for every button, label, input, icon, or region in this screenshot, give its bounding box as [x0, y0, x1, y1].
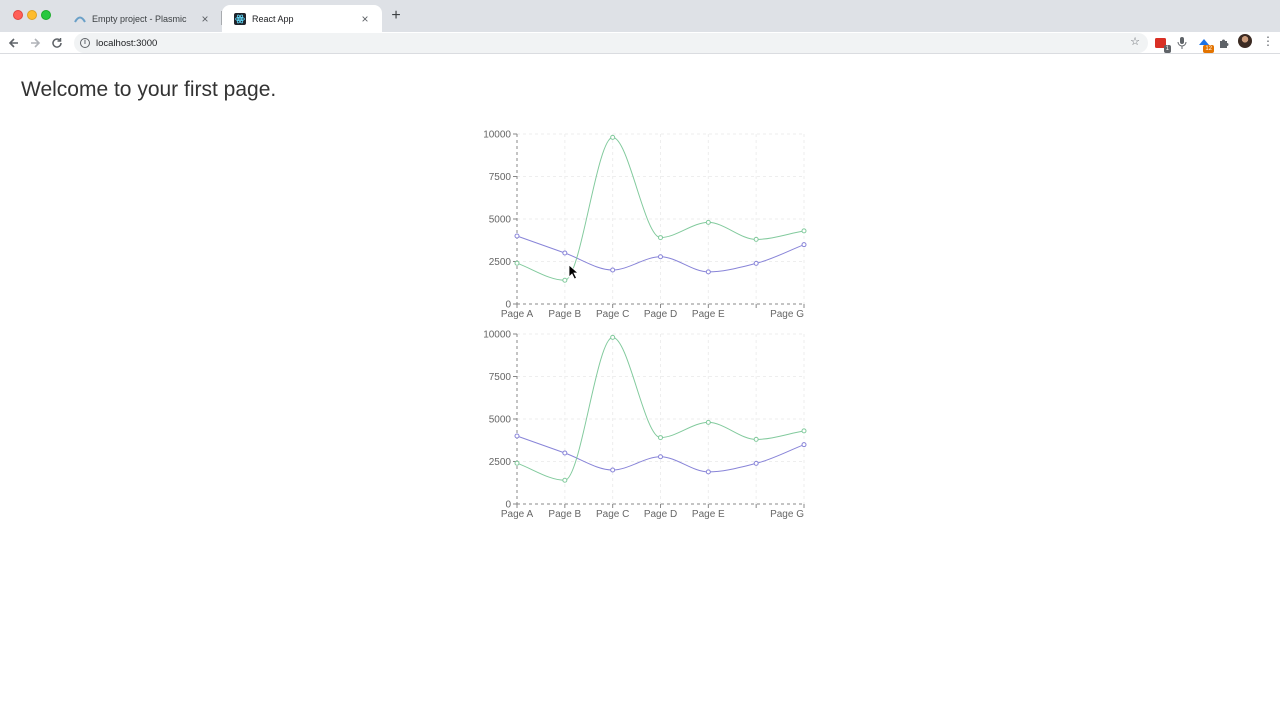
minimize-window-button[interactable]: [27, 10, 37, 20]
y-tick-label: 7500: [489, 372, 512, 383]
x-tick-label: Page G: [770, 309, 804, 320]
tab-plasmic[interactable]: Empty project - Plasmic ×: [62, 5, 222, 32]
chart-top: 0 2500 5000 7500 10000 Page A Page B Page C Page…: [470, 124, 820, 324]
tab-close-icon[interactable]: ×: [198, 12, 212, 26]
tab-bar: Empty project - Plasmic × React App × +: [0, 0, 1280, 32]
data-point[interactable]: [514, 260, 520, 266]
extension-red-icon[interactable]: 1: [1154, 36, 1171, 53]
extension-badge: 1: [1163, 45, 1171, 53]
y-tick-label: 2500: [489, 457, 512, 468]
page-title: Welcome to your first page.: [21, 78, 277, 101]
data-point[interactable]: [658, 235, 663, 241]
y-tick-label: 10000: [483, 130, 511, 141]
x-tick-label: Page E: [692, 309, 725, 320]
address-bar[interactable]: i localhost:3000 ☆: [74, 33, 1148, 53]
mouse-cursor-icon: [568, 264, 580, 280]
data-point[interactable]: [658, 454, 663, 460]
back-arrow-icon[interactable]: [6, 35, 22, 51]
data-point[interactable]: [705, 419, 711, 425]
tab-react-app[interactable]: React App ×: [222, 5, 382, 32]
data-point[interactable]: [562, 250, 568, 256]
tab-title: React App: [252, 13, 294, 24]
line-chart-top: 025005000750010000Page A Page B Page C Page…: [483, 130, 807, 320]
y-tick-label: 2500: [489, 257, 512, 268]
data-point[interactable]: [610, 134, 616, 140]
new-tab-button[interactable]: +: [389, 8, 403, 24]
data-point[interactable]: [753, 236, 759, 242]
line-chart-bottom: 025005000750010000Page A Page B Page C Page…: [483, 330, 807, 520]
data-point[interactable]: [753, 260, 759, 266]
plasmic-favicon-icon: [74, 13, 86, 25]
x-tick-label: Page B: [548, 309, 581, 320]
data-point[interactable]: [705, 469, 711, 475]
data-point[interactable]: [658, 435, 663, 441]
data-point[interactable]: [562, 477, 568, 483]
y-tick-label: 10000: [483, 330, 511, 341]
x-tick-label: Page C: [596, 509, 629, 520]
reload-icon[interactable]: [49, 35, 65, 51]
data-point[interactable]: [705, 269, 711, 275]
close-window-button[interactable]: [13, 10, 23, 20]
x-tick-label: Page A: [501, 309, 534, 320]
y-tick-label: 7500: [489, 172, 512, 183]
chart-bottom: 0 2500 5000 7500 10000 Page A Page B Page C Page…: [470, 324, 820, 524]
chart-grid: [517, 333, 805, 504]
x-tick-label: Page E: [692, 509, 725, 520]
chart-grid: [517, 133, 805, 304]
info-icon[interactable]: i: [80, 38, 90, 48]
react-favicon-icon: [234, 12, 246, 25]
x-tick-label: Page D: [644, 309, 677, 320]
data-point[interactable]: [610, 467, 616, 473]
data-point[interactable]: [658, 254, 663, 260]
x-tick-label: Page A: [501, 509, 534, 520]
extension-badge: 12: [1203, 45, 1214, 53]
data-point[interactable]: [610, 267, 616, 273]
data-point[interactable]: [514, 433, 520, 439]
data-point[interactable]: [514, 233, 520, 239]
data-point[interactable]: [610, 334, 616, 340]
data-point[interactable]: [801, 228, 807, 234]
star-icon[interactable]: ☆: [1130, 35, 1140, 48]
y-tick-label: 5000: [489, 415, 512, 426]
menu-dots-icon[interactable]: ⋮: [1262, 34, 1274, 50]
data-point[interactable]: [753, 460, 759, 466]
data-point[interactable]: [753, 436, 759, 442]
browser-toolbar: i localhost:3000 ☆ 1 12: [0, 32, 1280, 54]
extension-blue-icon[interactable]: 12: [1197, 36, 1214, 53]
tab-title: Empty project - Plasmic: [92, 13, 187, 24]
zoom-window-button[interactable]: [41, 10, 51, 20]
y-tick-label: 5000: [489, 215, 512, 226]
x-tick-label: Page C: [596, 309, 629, 320]
data-point[interactable]: [562, 450, 568, 456]
mic-icon[interactable]: [1175, 36, 1189, 50]
tab-close-icon[interactable]: ×: [358, 12, 372, 26]
profile-avatar[interactable]: [1238, 34, 1252, 48]
puzzle-icon[interactable]: [1217, 36, 1231, 50]
data-point[interactable]: [801, 442, 807, 448]
data-point[interactable]: [801, 242, 807, 248]
data-point[interactable]: [514, 460, 520, 466]
x-tick-label: Page B: [548, 509, 581, 520]
data-point[interactable]: [562, 277, 568, 283]
data-point[interactable]: [705, 219, 711, 225]
x-tick-label: Page G: [770, 509, 804, 520]
forward-arrow-icon[interactable]: [27, 35, 43, 51]
data-point[interactable]: [801, 428, 807, 434]
x-tick-label: Page D: [644, 509, 677, 520]
url-text[interactable]: localhost:3000: [96, 38, 157, 49]
